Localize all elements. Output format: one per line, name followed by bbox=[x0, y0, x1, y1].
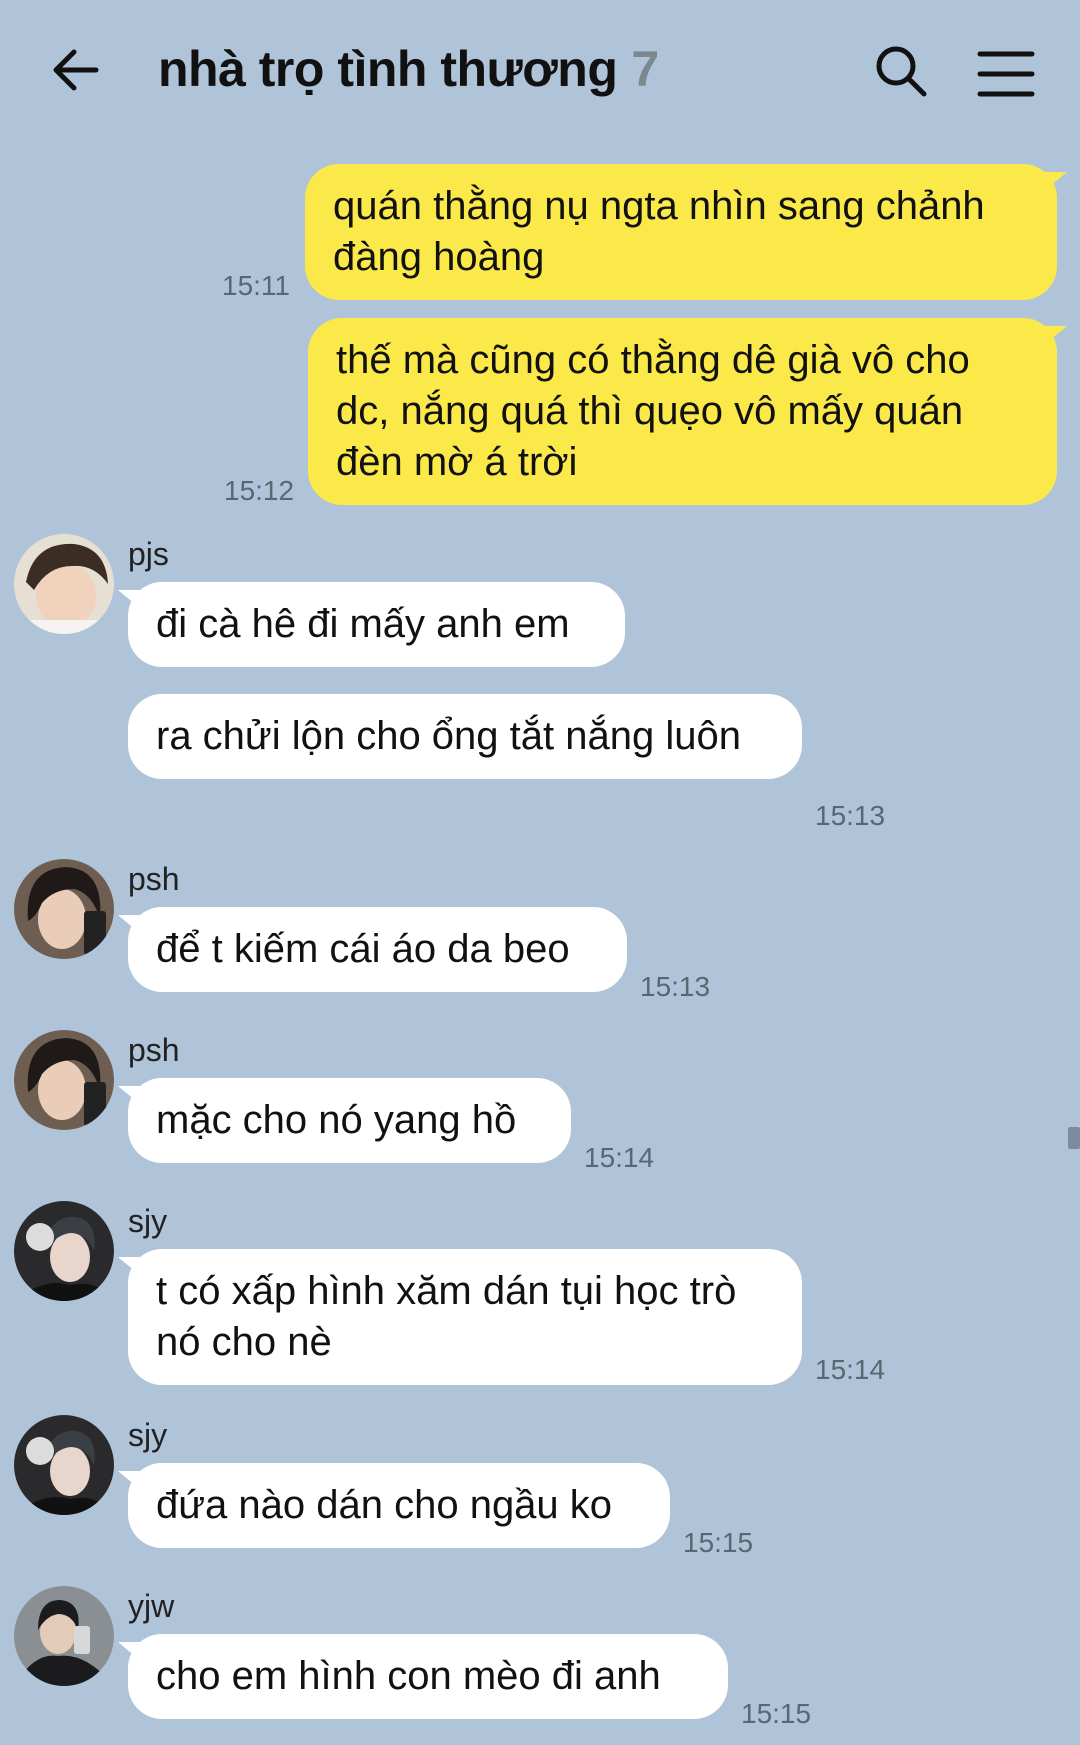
message-bubble[interactable]: để t kiếm cái áo da beo bbox=[118, 907, 627, 992]
search-button[interactable] bbox=[872, 42, 932, 102]
avatar-image bbox=[14, 1030, 114, 1130]
sender-name: psh bbox=[128, 861, 180, 897]
back-arrow-icon bbox=[53, 49, 99, 91]
message-time: 15:14 bbox=[815, 1354, 886, 1385]
message-time: 15:15 bbox=[683, 1527, 754, 1558]
search-icon bbox=[876, 46, 927, 97]
sender-name: psh bbox=[128, 1032, 180, 1068]
chat-header: nhà trọ tình thương 7 bbox=[0, 0, 1080, 150]
menu-button[interactable] bbox=[976, 46, 1036, 106]
message-time: 15:13 bbox=[640, 971, 711, 1002]
my-message-bubble[interactable]: thế mà cũng có thằng dê già vô cho dc, n… bbox=[308, 318, 1067, 505]
chat-title: nhà trọ tình thương 7 bbox=[158, 40, 659, 98]
avatar-image bbox=[14, 859, 114, 959]
message-bubble[interactable]: t có xấp hình xăm dán tụi học trò nó cho… bbox=[118, 1249, 802, 1385]
member-count: 7 bbox=[631, 41, 659, 97]
message-bubble[interactable]: đứa nào dán cho ngầu ko bbox=[118, 1463, 670, 1548]
message-bubble[interactable]: đi cà hê đi mấy anh em bbox=[118, 582, 625, 667]
avatar-image bbox=[14, 1201, 114, 1301]
sender-name: sjy bbox=[128, 1417, 168, 1453]
avatar-psh[interactable] bbox=[14, 1030, 114, 1130]
message-time: 15:14 bbox=[584, 1142, 655, 1173]
sender-name: yjw bbox=[128, 1588, 175, 1624]
sender-name: pjs bbox=[128, 536, 169, 572]
avatar-yjw[interactable] bbox=[14, 1586, 114, 1686]
hamburger-menu-icon bbox=[977, 51, 1035, 97]
avatar-psh[interactable] bbox=[14, 859, 114, 959]
chat-room-name: nhà trọ tình thương bbox=[158, 41, 618, 97]
avatar-image bbox=[14, 1586, 114, 1686]
message-time: 15:13 bbox=[815, 800, 886, 831]
avatar-sjy[interactable] bbox=[14, 1201, 114, 1301]
message-time: 15:15 bbox=[741, 1698, 812, 1729]
avatar-image bbox=[14, 1415, 114, 1515]
my-message-bubble[interactable]: quán thằng nụ ngta nhìn sang chảnh đàng … bbox=[305, 164, 1067, 300]
avatar-pjs[interactable] bbox=[14, 534, 114, 634]
message-time: 15:11 bbox=[222, 270, 290, 301]
sender-name: sjy bbox=[128, 1203, 168, 1239]
message-bubble[interactable]: cho em hình con mèo đi anh bbox=[118, 1634, 728, 1719]
avatar-sjy[interactable] bbox=[14, 1415, 114, 1515]
message-bubble[interactable]: ra chửi lộn cho ổng tắt nắng luôn bbox=[128, 694, 802, 779]
back-button[interactable] bbox=[46, 40, 106, 100]
message-time: 15:12 bbox=[224, 475, 295, 506]
message-bubble[interactable]: mặc cho nó yang hồ bbox=[118, 1078, 571, 1163]
avatar-image bbox=[14, 534, 114, 634]
scrollbar-thumb[interactable] bbox=[1068, 1127, 1080, 1149]
